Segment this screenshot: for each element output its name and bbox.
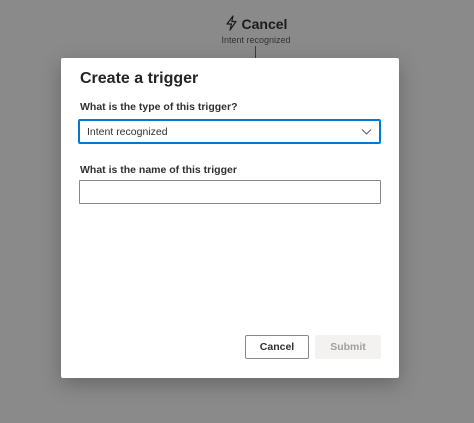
background-node-subtitle: Intent recognized [221,35,291,45]
trigger-type-dropdown[interactable]: Intent recognized [78,119,381,144]
dialog-title: Create a trigger [80,70,199,87]
chevron-down-icon [361,127,372,136]
background-node-header: Cancel [200,14,312,34]
background-node-title: Cancel [241,16,288,32]
submit-button[interactable]: Submit [315,335,381,359]
lightning-bolt-icon [225,14,238,34]
background-trigger-node: Cancel Intent recognized [200,14,312,45]
background-connector-line [255,46,256,58]
trigger-type-label: What is the type of this trigger? [80,101,238,113]
trigger-name-label: What is the name of this trigger [80,164,237,176]
create-trigger-dialog: Create a trigger What is the type of thi… [61,58,399,378]
trigger-name-input[interactable] [79,180,381,204]
cancel-button[interactable]: Cancel [245,335,309,359]
trigger-type-selected-value: Intent recognized [87,125,168,138]
